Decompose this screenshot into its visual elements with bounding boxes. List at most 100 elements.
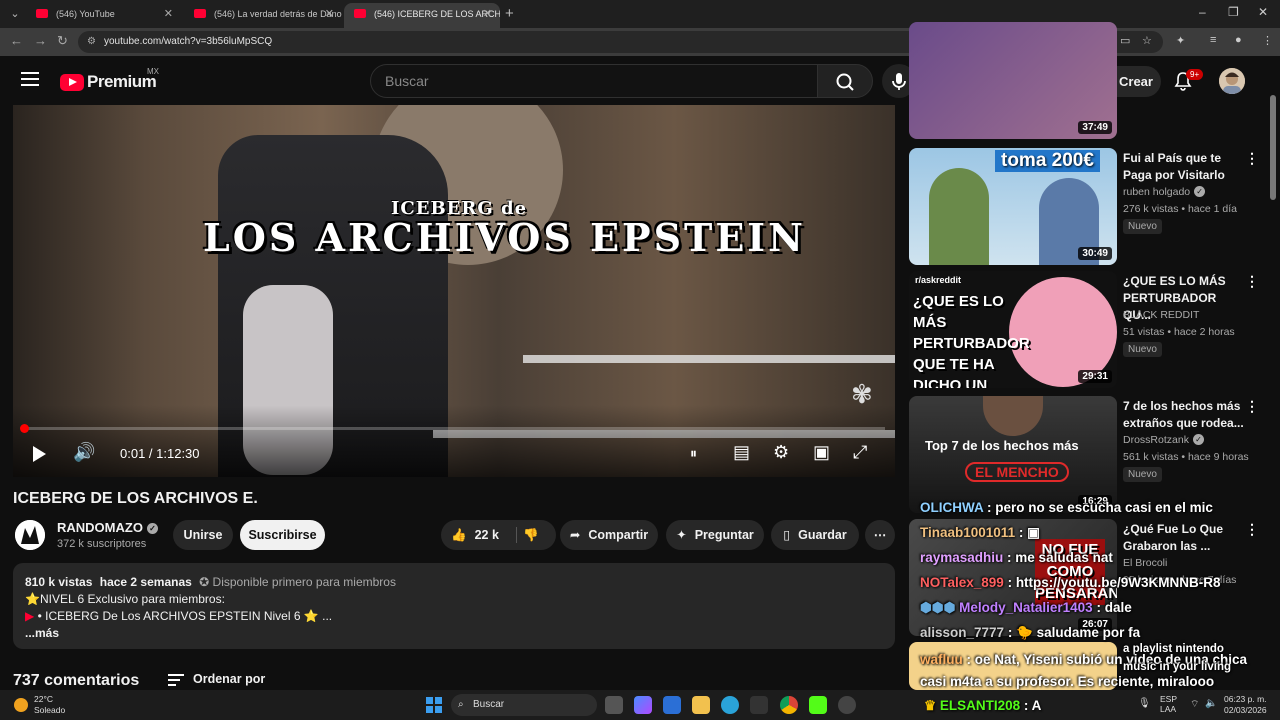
back-icon[interactable]: ← — [10, 33, 23, 48]
verified-check-icon: ✓ — [1192, 434, 1204, 445]
file-explorer-icon[interactable] — [692, 696, 710, 714]
video-duration: 37:49 — [1078, 121, 1112, 134]
video-thumbnail[interactable]: Top 7 de los hechos más EL MENCHO 16:29 — [909, 396, 1117, 513]
progress-scrubber[interactable] — [20, 424, 29, 433]
browser-tab[interactable]: (546) YouTube ✕ — [26, 3, 181, 28]
video-thumbnail[interactable]: 37:49 — [909, 22, 1117, 139]
time-display: 0:01 / 1:12:30 — [120, 446, 200, 461]
temperature: 22°C — [34, 694, 53, 704]
channel-avatar[interactable] — [15, 520, 45, 550]
wifi-icon[interactable]: ⌔ — [1190, 698, 1199, 711]
recommendation-card[interactable]: r/askreddit ¿QUE ES LO MÁS PERTURBADOR Q… — [909, 271, 1259, 388]
sidebar-scrollbar[interactable] — [1270, 95, 1276, 200]
reload-icon[interactable]: ↻ — [57, 33, 68, 49]
miniplayer-icon[interactable]: ▣ — [813, 442, 830, 463]
channel-name[interactable]: ruben holgado ✓ — [1123, 186, 1206, 198]
taskbar-search[interactable]: ⌕ Buscar — [451, 694, 597, 716]
channel-name[interactable]: DrossRotzank ✓ — [1123, 434, 1204, 446]
fullscreen-icon[interactable]: ⤢ — [853, 442, 867, 463]
new-tab-icon[interactable]: + — [505, 5, 514, 22]
mic-tray-icon[interactable]: 🎙 — [1138, 698, 1151, 709]
chat-username: Melody_Natalier1403 — [959, 600, 1093, 615]
browser-tab-active[interactable]: (546) ICEBERG DE LOS ARCH ✕ — [344, 3, 500, 28]
video-frame-stripe — [523, 355, 895, 363]
play-icon[interactable] — [33, 446, 46, 462]
emote-icon: 🐤 — [1016, 625, 1033, 640]
chat-username: OLICHWA — [920, 500, 984, 515]
browser-tab[interactable]: (546) La verdad detrás de Dano ✕ — [184, 3, 342, 28]
description-link-line[interactable]: ▶ • ICEBERG De Los ARCHIVOS EPSTEIN Nive… — [25, 608, 883, 625]
search-button[interactable] — [817, 64, 873, 98]
sun-icon[interactable] — [14, 698, 28, 712]
recommendation-card[interactable]: Top 7 de los hechos más EL MENCHO 16:29 … — [909, 396, 1259, 513]
share-button[interactable]: ➦ Compartir — [560, 520, 658, 550]
channel-name[interactable]: BLACK REDDIT — [1123, 309, 1199, 321]
task-view-icon[interactable] — [605, 696, 623, 714]
new-badge: Nuevo — [1123, 219, 1162, 234]
video-title[interactable]: 7 de los hechos más extraños que rodea..… — [1123, 398, 1245, 432]
close-tab-icon[interactable]: ✕ — [325, 3, 334, 25]
site-info-icon[interactable]: ⚙ — [87, 31, 96, 53]
video-overlay-title: LOS ARCHIVOS EPSTEIN — [203, 215, 806, 260]
store-icon[interactable] — [663, 696, 681, 714]
save-button[interactable]: ▯ Guardar — [771, 520, 859, 550]
subtitles-icon[interactable]: ▤ — [733, 442, 750, 463]
channel-watermark-icon[interactable]: ✾ — [851, 379, 883, 411]
like-icon[interactable]: 👍 — [451, 528, 467, 542]
show-more-link[interactable]: ...más — [25, 625, 883, 642]
settings-gear-icon[interactable]: ⚙ — [773, 442, 789, 463]
join-button[interactable]: Unirse — [173, 520, 233, 550]
progress-bar[interactable] — [20, 424, 885, 433]
thumbnail-text: ¿QUE ES LO MÁS PERTURBADOR QUE TE HA DIC… — [913, 293, 1030, 388]
video-stats: 51 vistas • hace 2 horas — [1123, 326, 1235, 338]
clock-date: 02/03/2026 — [1224, 705, 1267, 715]
search-icon: ⌕ — [458, 699, 464, 710]
recommendation-card[interactable]: toma 200€ 30:49 Fui al País que te Paga … — [909, 148, 1259, 265]
more-options-icon[interactable]: ⋮ — [1245, 150, 1259, 167]
more-options-icon[interactable]: ⋮ — [1245, 398, 1259, 415]
video-title[interactable]: ¿Qué Fue Lo Que Grabaron las ... — [1123, 521, 1245, 555]
maximize-icon[interactable]: ❐ — [1228, 5, 1239, 19]
search-input[interactable]: Buscar — [370, 64, 818, 98]
taskbar: 22°C Soleado ⌕ Buscar 🎙 ESP LAA ⌔ 🔈 06:2… — [0, 690, 1280, 720]
more-actions-icon[interactable]: ⋯ — [865, 520, 895, 550]
recommendation-card[interactable]: 37:49 — [909, 22, 1259, 139]
more-options-icon[interactable]: ⋮ — [1245, 273, 1259, 290]
language-indicator[interactable]: ESP LAA — [1160, 694, 1177, 714]
tab-search-icon[interactable]: ⌄ — [6, 5, 24, 23]
close-window-icon[interactable]: ✕ — [1258, 5, 1268, 19]
volume-icon[interactable]: 🔊 — [73, 442, 95, 463]
forward-icon[interactable]: → — [34, 33, 47, 48]
speaker-icon[interactable]: 🔈 — [1205, 698, 1217, 709]
video-thumbnail[interactable]: toma 200€ 30:49 — [909, 148, 1117, 265]
video-stats: 276 k vistas • hace 1 día — [1123, 203, 1237, 215]
channel-name[interactable]: El Brocoli — [1123, 557, 1167, 569]
windows-start-icon[interactable] — [426, 697, 442, 713]
description-box[interactable]: 810 k vistas hace 2 semanas ✪ Disponible… — [13, 563, 895, 649]
edge-icon[interactable] — [721, 696, 739, 714]
chrome-icon[interactable] — [780, 696, 798, 714]
video-player[interactable]: ICEBERG de LOS ARCHIVOS EPSTEIN ✾ 🔊 0:01… — [13, 105, 895, 477]
video-title[interactable]: Fui al País que te Paga por Visitarlo — [1123, 150, 1245, 184]
minimize-icon[interactable]: – — [1199, 5, 1206, 19]
dislike-icon[interactable]: 👎 — [523, 520, 539, 550]
video-thumbnail[interactable]: r/askreddit ¿QUE ES LO MÁS PERTURBADOR Q… — [909, 271, 1117, 388]
channel-name[interactable]: RANDOMAZO ✓ — [57, 520, 158, 535]
kick-icon[interactable] — [809, 696, 827, 714]
like-count[interactable]: 22 k — [475, 528, 499, 542]
more-options-icon[interactable]: ⋮ — [1245, 521, 1259, 538]
hamburger-menu-icon[interactable] — [21, 72, 39, 86]
weather-widget[interactable]: 22°C Soleado — [34, 694, 65, 716]
system-clock[interactable]: 06:23 p. m. 02/03/2026 — [1224, 694, 1267, 716]
close-tab-icon[interactable]: ✕ — [164, 3, 173, 25]
ask-button[interactable]: ✦ Preguntar — [666, 520, 764, 550]
sort-button[interactable]: Ordenar por — [168, 672, 265, 686]
browser-menu-icon[interactable]: ⋮ — [1262, 34, 1273, 47]
close-tab-icon[interactable]: ✕ — [483, 3, 492, 25]
copilot-icon[interactable] — [634, 696, 652, 714]
app-icon[interactable] — [838, 696, 856, 714]
autoplay-toggle-icon[interactable]: ⏸ — [690, 445, 697, 462]
sparkle-icon: ✦ — [676, 528, 687, 542]
subscribe-button[interactable]: Suscribirse — [240, 520, 325, 550]
app-icon[interactable] — [750, 696, 768, 714]
